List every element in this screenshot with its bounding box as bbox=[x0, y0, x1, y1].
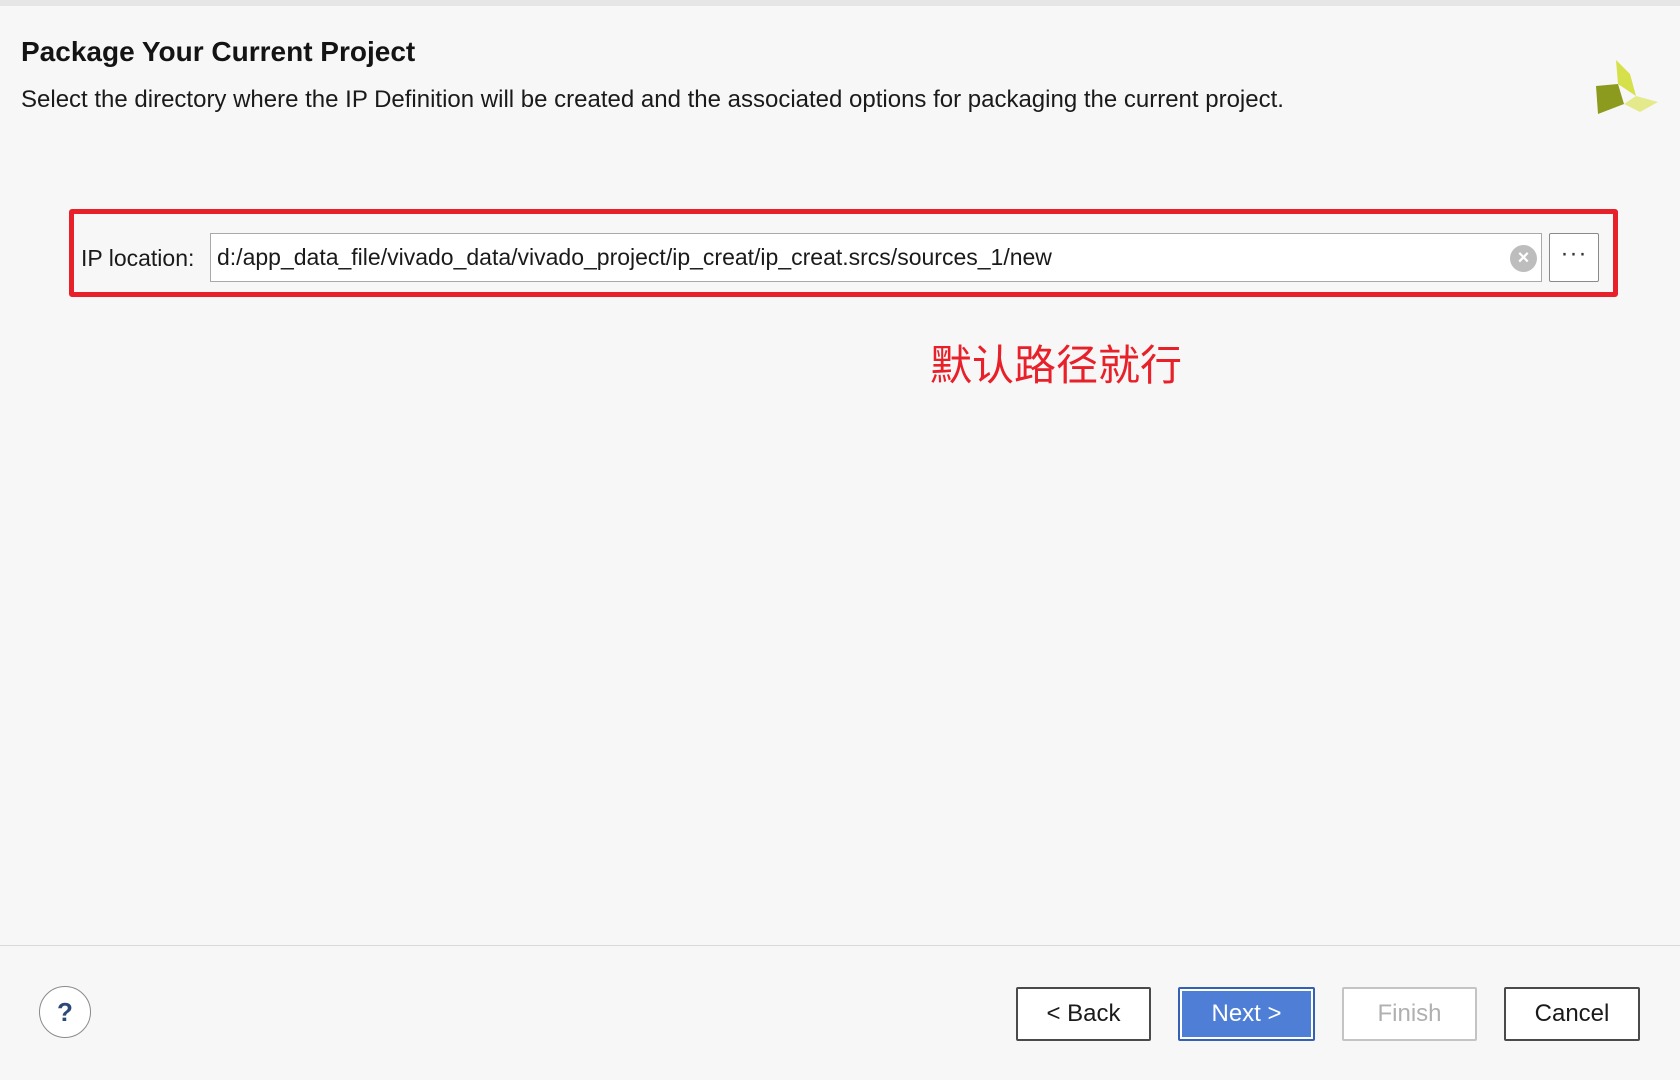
next-button[interactable]: Next > bbox=[1178, 987, 1315, 1041]
xilinx-logo-icon bbox=[1596, 60, 1658, 114]
annotation-note: 默认路径就行 bbox=[930, 341, 1183, 390]
page-title: Package Your Current Project bbox=[21, 36, 416, 67]
finish-button-label: Finish bbox=[1377, 1000, 1442, 1027]
finish-button: Finish bbox=[1342, 987, 1477, 1041]
ip-location-field[interactable]: × bbox=[210, 233, 1542, 282]
clear-icon[interactable]: × bbox=[1510, 245, 1537, 272]
cancel-button-label: Cancel bbox=[1534, 1000, 1610, 1027]
cancel-button[interactable]: Cancel bbox=[1504, 987, 1640, 1041]
page-description: Select the directory where the IP Defini… bbox=[21, 86, 1284, 113]
window-top-strip bbox=[0, 0, 1680, 6]
ip-location-input[interactable] bbox=[217, 234, 1477, 281]
back-button-label: < Back bbox=[1046, 1000, 1121, 1027]
browse-button[interactable]: ··· bbox=[1549, 233, 1599, 282]
help-button[interactable]: ? bbox=[39, 986, 91, 1038]
footer-divider bbox=[0, 945, 1680, 946]
back-button[interactable]: < Back bbox=[1016, 987, 1151, 1041]
ip-location-label: IP location: bbox=[81, 245, 195, 271]
next-button-label: Next > bbox=[1211, 1000, 1282, 1027]
